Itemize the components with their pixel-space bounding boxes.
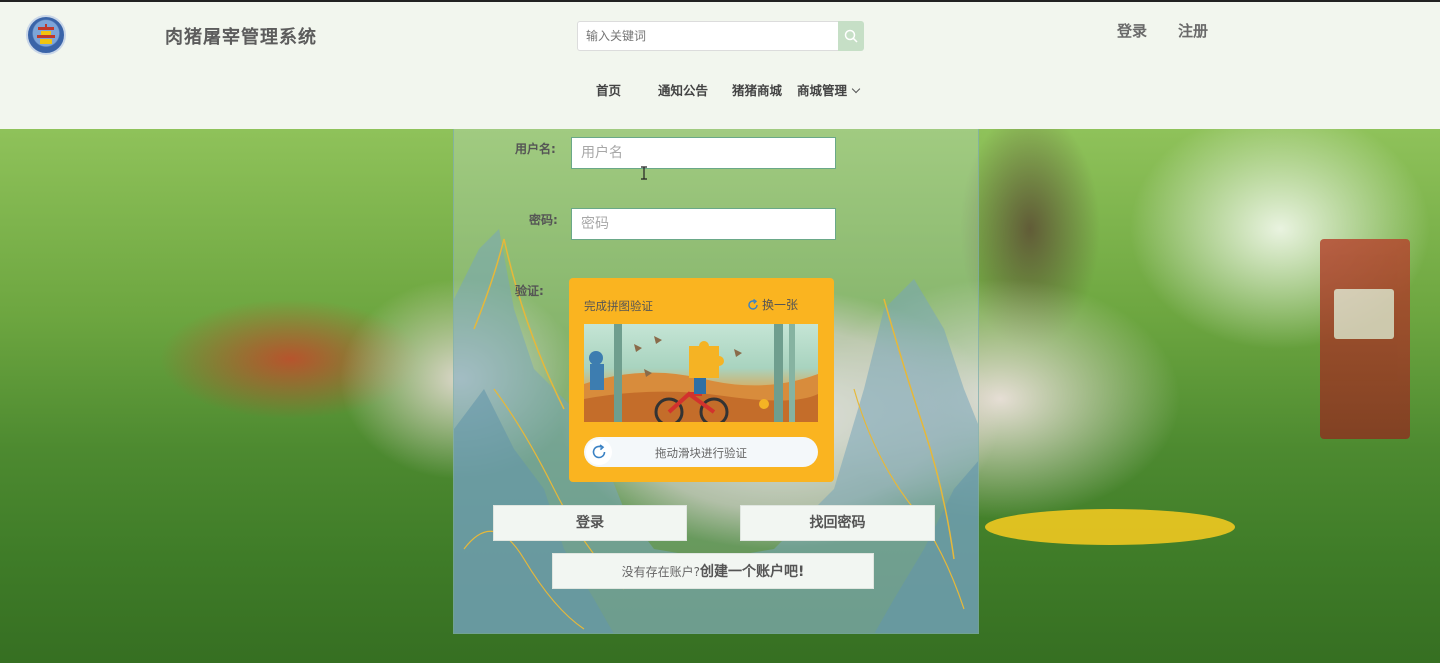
captcha-refresh-button[interactable]: 换一张 — [747, 296, 798, 313]
nav-shop[interactable]: 猪猪商城 — [732, 80, 782, 99]
slider-hint-text: 拖动滑块进行验证 — [655, 446, 747, 460]
captcha-label: 验证: — [515, 284, 544, 298]
nav-shop-admin-label: 商城管理 — [797, 83, 848, 98]
background-trash-bin — [1320, 239, 1410, 439]
header-login-link[interactable]: 登录 — [1117, 20, 1147, 41]
username-label: 用户名: — [515, 142, 556, 156]
search-input[interactable] — [577, 21, 839, 51]
header: 肉猪屠宰管理系统 登录 注册 首页 通知公告 猪猪商城 商城管理 — [0, 0, 1440, 129]
no-account-text: 没有存在账户? — [621, 565, 700, 579]
recover-password-button[interactable]: 找回密码 — [740, 505, 935, 541]
captcha-slider[interactable]: 拖动滑块进行验证 — [584, 437, 818, 467]
login-button[interactable]: 登录 — [493, 505, 687, 541]
text-cursor-icon — [641, 166, 647, 180]
site-title: 肉猪屠宰管理系统 — [165, 27, 317, 48]
puzzle-illustration — [584, 324, 818, 422]
pagoda-icon — [37, 24, 55, 44]
password-label: 密码: — [529, 213, 558, 227]
refresh-icon — [748, 298, 758, 310]
password-input[interactable] — [571, 208, 836, 240]
background-feed-tray — [985, 509, 1235, 545]
nav-shop-admin[interactable]: 商城管理 — [797, 80, 861, 99]
captcha-refresh-label: 换一张 — [762, 298, 799, 312]
create-account-text: 创建一个账户吧! — [699, 564, 805, 580]
username-input[interactable] — [571, 137, 836, 169]
captcha-puzzle-image — [584, 324, 818, 422]
puzzle-captcha: 完成拼图验证 换一张 拖动滑块进行验证 — [569, 278, 834, 482]
nav-notices[interactable]: 通知公告 — [658, 80, 708, 99]
search-button[interactable] — [838, 21, 864, 51]
site-logo[interactable] — [26, 15, 66, 55]
captcha-title: 完成拼图验证 — [584, 299, 653, 313]
search-icon — [844, 29, 858, 43]
chevron-down-icon — [851, 84, 861, 94]
create-account-link[interactable]: 没有存在账户?创建一个账户吧! — [552, 553, 874, 589]
nav-home[interactable]: 首页 — [596, 80, 621, 99]
header-register-link[interactable]: 注册 — [1178, 20, 1208, 41]
